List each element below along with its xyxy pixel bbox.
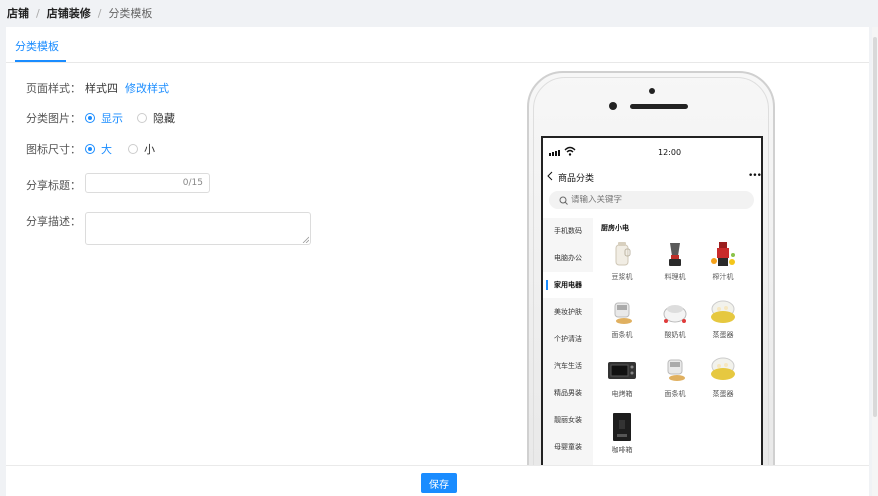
breadcrumb-separator: /	[36, 6, 40, 20]
icon-size-label: 图标尺寸：	[26, 143, 81, 156]
category-item-label: 家用电器	[554, 281, 582, 289]
phone-nav-title: 商品分类	[558, 174, 595, 184]
product-item[interactable]: 料理机	[655, 239, 695, 295]
coffee-machine-image	[613, 413, 631, 441]
share-title-label: 分享标题：	[26, 179, 81, 192]
more-icon[interactable]: •••	[748, 171, 761, 181]
phone-preview: 12:00 商品分类 ••• 手机数码 电脑办公 家用电器 美妆护肤 个护清	[527, 71, 775, 493]
blender-image	[669, 243, 681, 266]
egg-steamer-image	[711, 300, 735, 323]
phone-search-input[interactable]	[571, 195, 741, 205]
category-item[interactable]: 个护清洁	[543, 326, 593, 352]
radio-dot	[137, 113, 147, 123]
product-name: 蒸蛋器	[712, 390, 734, 398]
radio-hide[interactable]: 隐藏	[137, 110, 175, 126]
breadcrumb-item-decoration[interactable]: 店铺装修	[47, 5, 91, 21]
category-image-label: 分类图片：	[26, 112, 81, 125]
breadcrumb: 店铺 / 店铺装修 / 分类模板	[0, 0, 878, 26]
category-sidebar: 手机数码 电脑办公 家用电器 美妆护肤 个护清洁 汽车生活 精品男装 靓丽女装 …	[543, 218, 593, 493]
category-item-active[interactable]: 家用电器	[543, 272, 593, 298]
noodle-maker-image	[667, 359, 685, 381]
page-style-value: 样式四	[85, 82, 118, 95]
product-name: 料理机	[664, 273, 686, 281]
product-name: 酸奶机	[664, 331, 686, 339]
phone-nav-bar: 商品分类 •••	[543, 168, 761, 186]
product-name: 面条机	[611, 331, 633, 339]
radio-small[interactable]: 小	[128, 141, 155, 157]
category-item[interactable]: 靓丽女装	[543, 407, 593, 433]
product-item[interactable]: 酸奶机	[655, 297, 695, 353]
page-style-label: 页面样式：	[26, 82, 81, 95]
radio-small-label: 小	[144, 143, 155, 156]
share-title-counter: 0/15	[182, 178, 203, 188]
signal-icon	[549, 150, 560, 156]
back-icon[interactable]	[547, 171, 553, 181]
radio-dot-checked	[85, 113, 95, 123]
radio-large[interactable]: 大	[85, 141, 112, 157]
product-name: 蒸蛋器	[712, 331, 734, 339]
product-item[interactable]: 蒸蛋器	[703, 356, 743, 412]
radio-hide-label: 隐藏	[153, 112, 175, 125]
soymilk-maker-image	[615, 242, 631, 266]
modify-style-link[interactable]: 修改样式	[125, 80, 169, 96]
product-name: 面条机	[664, 390, 686, 398]
tab-divider	[6, 62, 869, 63]
product-item[interactable]: 蒸蛋器	[703, 297, 743, 353]
noodle-maker-image	[614, 302, 632, 324]
share-desc-textarea[interactable]	[85, 212, 311, 245]
category-item[interactable]: 电脑办公	[543, 245, 593, 271]
bottom-action-bar: 保存	[6, 465, 869, 496]
yogurt-maker-image	[663, 305, 687, 323]
resize-handle-icon[interactable]	[302, 236, 309, 243]
camera-icon	[649, 88, 655, 94]
section-title: 厨房小电	[601, 224, 629, 232]
product-name: 榨汁机	[712, 273, 734, 281]
product-item[interactable]: 电烤箱	[602, 356, 642, 412]
scrollbar-thumb[interactable]	[873, 37, 877, 417]
radio-dot-checked	[85, 144, 95, 154]
product-name: 豆浆机	[611, 273, 633, 281]
category-item[interactable]: 汽车生活	[543, 353, 593, 379]
share-desc-label: 分享描述：	[26, 215, 81, 228]
wifi-icon	[564, 146, 576, 156]
oven-image	[608, 362, 636, 379]
radio-dot	[128, 144, 138, 154]
breadcrumb-separator: /	[97, 6, 102, 20]
radio-large-label: 大	[101, 143, 112, 156]
product-item[interactable]: 咖啡箱	[602, 412, 642, 468]
product-item[interactable]: 面条机	[655, 356, 695, 412]
status-time: 12:00	[658, 148, 682, 157]
product-item[interactable]: 面条机	[602, 297, 642, 353]
search-icon	[559, 196, 568, 205]
juicer-image	[711, 242, 735, 266]
category-item[interactable]: 母婴童装	[543, 434, 593, 460]
save-button[interactable]: 保存	[421, 473, 457, 493]
share-title-input[interactable]: 0/15	[85, 173, 210, 193]
phone-search-bar[interactable]	[549, 191, 754, 209]
tab-category-template[interactable]: 分类模板	[15, 38, 59, 54]
status-bar: 12:00	[543, 138, 761, 164]
radio-show[interactable]: 显示	[85, 110, 123, 126]
speaker-icon	[630, 104, 688, 109]
category-item[interactable]: 精品男装	[543, 380, 593, 406]
product-item[interactable]: 榨汁机	[703, 239, 743, 295]
product-name: 电烤箱	[611, 390, 633, 398]
front-camera-icon	[609, 102, 617, 110]
breadcrumb-item-current: 分类模板	[108, 7, 153, 20]
page-scrollbar[interactable]	[872, 27, 878, 496]
active-indicator	[546, 280, 548, 290]
product-item[interactable]: 豆浆机	[602, 239, 642, 295]
radio-show-label: 显示	[101, 112, 123, 125]
category-item[interactable]: 美妆护肤	[543, 299, 593, 325]
category-item[interactable]: 手机数码	[543, 218, 593, 244]
breadcrumb-item-shop[interactable]: 店铺	[7, 5, 29, 21]
egg-steamer-image	[711, 357, 735, 380]
phone-screen: 12:00 商品分类 ••• 手机数码 电脑办公 家用电器 美妆护肤 个护清	[541, 136, 763, 493]
product-name: 咖啡箱	[611, 446, 633, 454]
